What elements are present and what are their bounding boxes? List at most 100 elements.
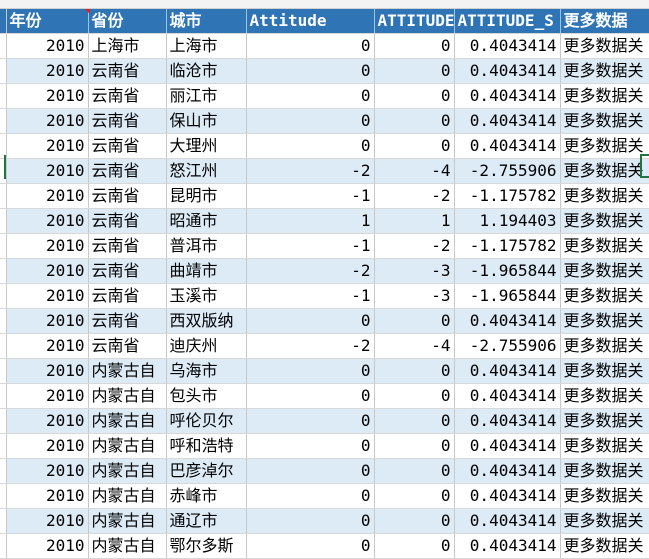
cell-more-data[interactable]: 更多数据关 [560,58,649,84]
cell-province[interactable]: 内蒙古自 [88,408,167,434]
cell-more-data[interactable]: 更多数据关 [560,158,649,184]
cell-attitude-upper[interactable]: 1 [374,208,455,234]
cell-attitude[interactable]: 0 [246,533,375,559]
cell-year[interactable]: 2010 [6,408,89,434]
cell-province[interactable]: 内蒙古自 [88,508,167,534]
cell-year[interactable]: 2010 [6,133,89,159]
cell-province[interactable]: 内蒙古自 [88,483,167,509]
cell-attitude-s[interactable]: 0.4043414 [454,83,561,109]
cell-city[interactable]: 保山市 [166,108,247,134]
cell-attitude-upper[interactable]: 0 [374,533,455,559]
cell-attitude-s[interactable]: 0.4043414 [454,483,561,509]
cell-more-data[interactable]: 更多数据关 [560,433,649,459]
cell-province[interactable]: 内蒙古自 [88,358,167,384]
cell-attitude[interactable]: 0 [246,483,375,509]
cell-province[interactable]: 云南省 [88,133,167,159]
cell-attitude-upper[interactable]: -2 [374,233,455,259]
cell-more-data[interactable]: 更多数据关 [560,308,649,334]
cell-attitude-upper[interactable]: 0 [374,83,455,109]
cell-city[interactable]: 呼伦贝尔 [166,408,247,434]
cell-more-data[interactable]: 更多数据关 [560,408,649,434]
cell-attitude[interactable]: 0 [246,458,375,484]
cell-attitude[interactable]: 0 [246,133,375,159]
cell-attitude[interactable]: 0 [246,358,375,384]
cell-city[interactable]: 上海市 [166,33,247,59]
cell-attitude-upper[interactable]: 0 [374,483,455,509]
cell-more-data[interactable]: 更多数据关 [560,383,649,409]
cell-attitude[interactable]: -2 [246,158,375,184]
cell-more-data[interactable]: 更多数据关 [560,483,649,509]
cell-city[interactable]: 昆明市 [166,183,247,209]
cell-more-data[interactable]: 更多数据关 [560,508,649,534]
cell-attitude-s[interactable]: 0.4043414 [454,383,561,409]
cell-attitude-s[interactable]: 0.4043414 [454,408,561,434]
cell-more-data[interactable]: 更多数据关 [560,358,649,384]
cell-attitude-s[interactable]: -2.755906 [454,333,561,359]
cell-city[interactable]: 赤峰市 [166,483,247,509]
cell-attitude-s[interactable]: 0.4043414 [454,108,561,134]
cell-more-data[interactable]: 更多数据关 [560,458,649,484]
cell-attitude-upper[interactable]: 0 [374,358,455,384]
cell-attitude-s[interactable]: 0.4043414 [454,308,561,334]
cell-attitude-s[interactable]: -1.965844 [454,283,561,309]
cell-attitude-s[interactable]: 1.194403 [454,208,561,234]
cell-attitude[interactable]: 0 [246,58,375,84]
cell-province[interactable]: 云南省 [88,233,167,259]
cell-city[interactable]: 普洱市 [166,233,247,259]
cell-attitude-upper[interactable]: 0 [374,108,455,134]
cell-province[interactable]: 云南省 [88,333,167,359]
cell-year[interactable]: 2010 [6,508,89,534]
cell-attitude-s[interactable]: 0.4043414 [454,508,561,534]
cell-city[interactable]: 玉溪市 [166,283,247,309]
cell-city[interactable]: 巴彦淖尔 [166,458,247,484]
cell-more-data[interactable]: 更多数据关 [560,258,649,284]
cell-province[interactable]: 内蒙古自 [88,433,167,459]
cell-attitude-upper[interactable]: 0 [374,308,455,334]
cell-year[interactable]: 2010 [6,108,89,134]
header-cell-attitude-upper[interactable]: ATTITUDE [374,9,455,34]
cell-year[interactable]: 2010 [6,383,89,409]
cell-attitude[interactable]: -1 [246,183,375,209]
cell-attitude-upper[interactable]: -2 [374,183,455,209]
cell-province[interactable]: 内蒙古自 [88,533,167,559]
cell-attitude-s[interactable]: 0.4043414 [454,58,561,84]
cell-year[interactable]: 2010 [6,458,89,484]
header-cell-province[interactable]: 省份 [88,9,167,34]
header-cell-attitude-s[interactable]: ATTITUDE_S [454,9,561,34]
cell-attitude-s[interactable]: 0.4043414 [454,533,561,559]
header-cell-more-data[interactable]: 更多数据 [560,9,649,34]
cell-city[interactable]: 迪庆州 [166,333,247,359]
cell-attitude[interactable]: 1 [246,208,375,234]
cell-year[interactable]: 2010 [6,33,89,59]
cell-province[interactable]: 云南省 [88,58,167,84]
cell-province[interactable]: 云南省 [88,158,167,184]
cell-year[interactable]: 2010 [6,208,89,234]
cell-more-data[interactable]: 更多数据关 [560,133,649,159]
cell-province[interactable]: 云南省 [88,283,167,309]
cell-attitude[interactable]: -2 [246,258,375,284]
cell-year[interactable]: 2010 [6,483,89,509]
cell-attitude-upper[interactable]: 0 [374,133,455,159]
header-cell-city[interactable]: 城市 [166,9,247,34]
cell-attitude-s[interactable]: 0.4043414 [454,433,561,459]
cell-more-data[interactable]: 更多数据关 [560,108,649,134]
cell-attitude-upper[interactable]: -3 [374,283,455,309]
cell-attitude-s[interactable]: -1.965844 [454,258,561,284]
cell-attitude-upper[interactable]: 0 [374,33,455,59]
cell-more-data[interactable]: 更多数据关 [560,183,649,209]
cell-city[interactable]: 通辽市 [166,508,247,534]
cell-city[interactable]: 怒江州 [166,158,247,184]
cell-more-data[interactable]: 更多数据关 [560,283,649,309]
cell-city[interactable]: 曲靖市 [166,258,247,284]
cell-more-data[interactable]: 更多数据关 [560,533,649,559]
cell-attitude[interactable]: -1 [246,233,375,259]
cell-attitude-upper[interactable]: -4 [374,333,455,359]
cell-province[interactable]: 云南省 [88,83,167,109]
cell-year[interactable]: 2010 [6,358,89,384]
cell-city[interactable]: 呼和浩特 [166,433,247,459]
cell-year[interactable]: 2010 [6,333,89,359]
cell-attitude-upper[interactable]: 0 [374,383,455,409]
cell-city[interactable]: 丽江市 [166,83,247,109]
cell-city[interactable]: 大理州 [166,133,247,159]
cell-attitude-upper[interactable]: 0 [374,433,455,459]
